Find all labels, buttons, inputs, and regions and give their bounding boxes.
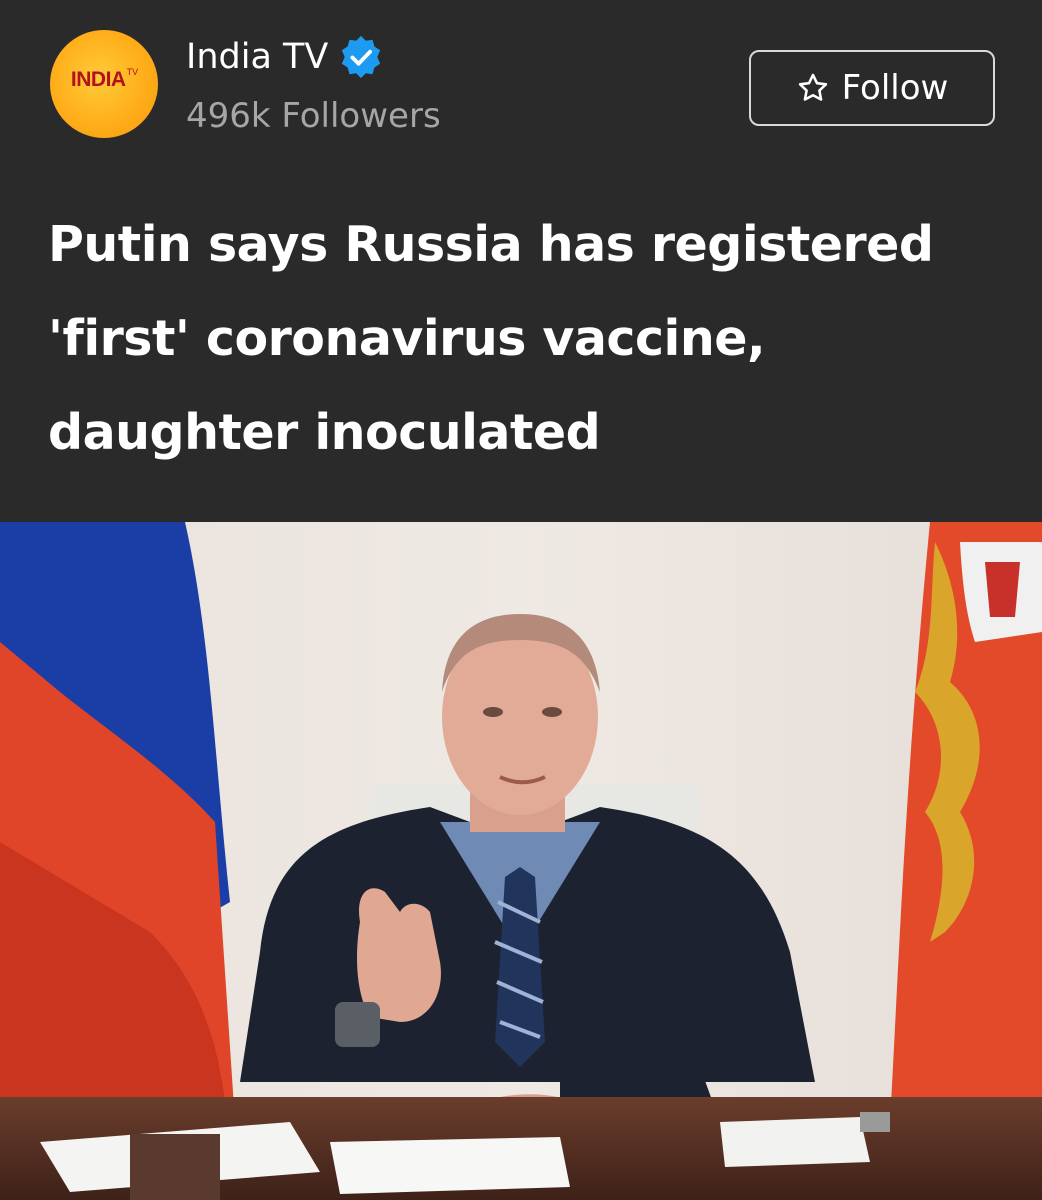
article-photo[interactable] [0,522,1042,1200]
follow-button-label: Follow [841,68,949,108]
channel-name[interactable]: India TV [186,35,328,79]
channel-logo[interactable]: INDIA TV [50,30,158,138]
channel-header: INDIA TV India TV 496k Followers Follow [0,0,1042,160]
logo-wordmark: INDIA [70,68,126,91]
article-headline[interactable]: Putin says Russia has registered 'first'… [48,198,1008,480]
follower-count: 496k Followers [186,96,441,136]
star-outline-icon [798,73,827,101]
verified-badge-icon [342,35,381,79]
channel-name-row: India TV [186,34,384,80]
logo-superscript: TV [126,67,139,77]
follow-button[interactable]: Follow [749,50,995,126]
